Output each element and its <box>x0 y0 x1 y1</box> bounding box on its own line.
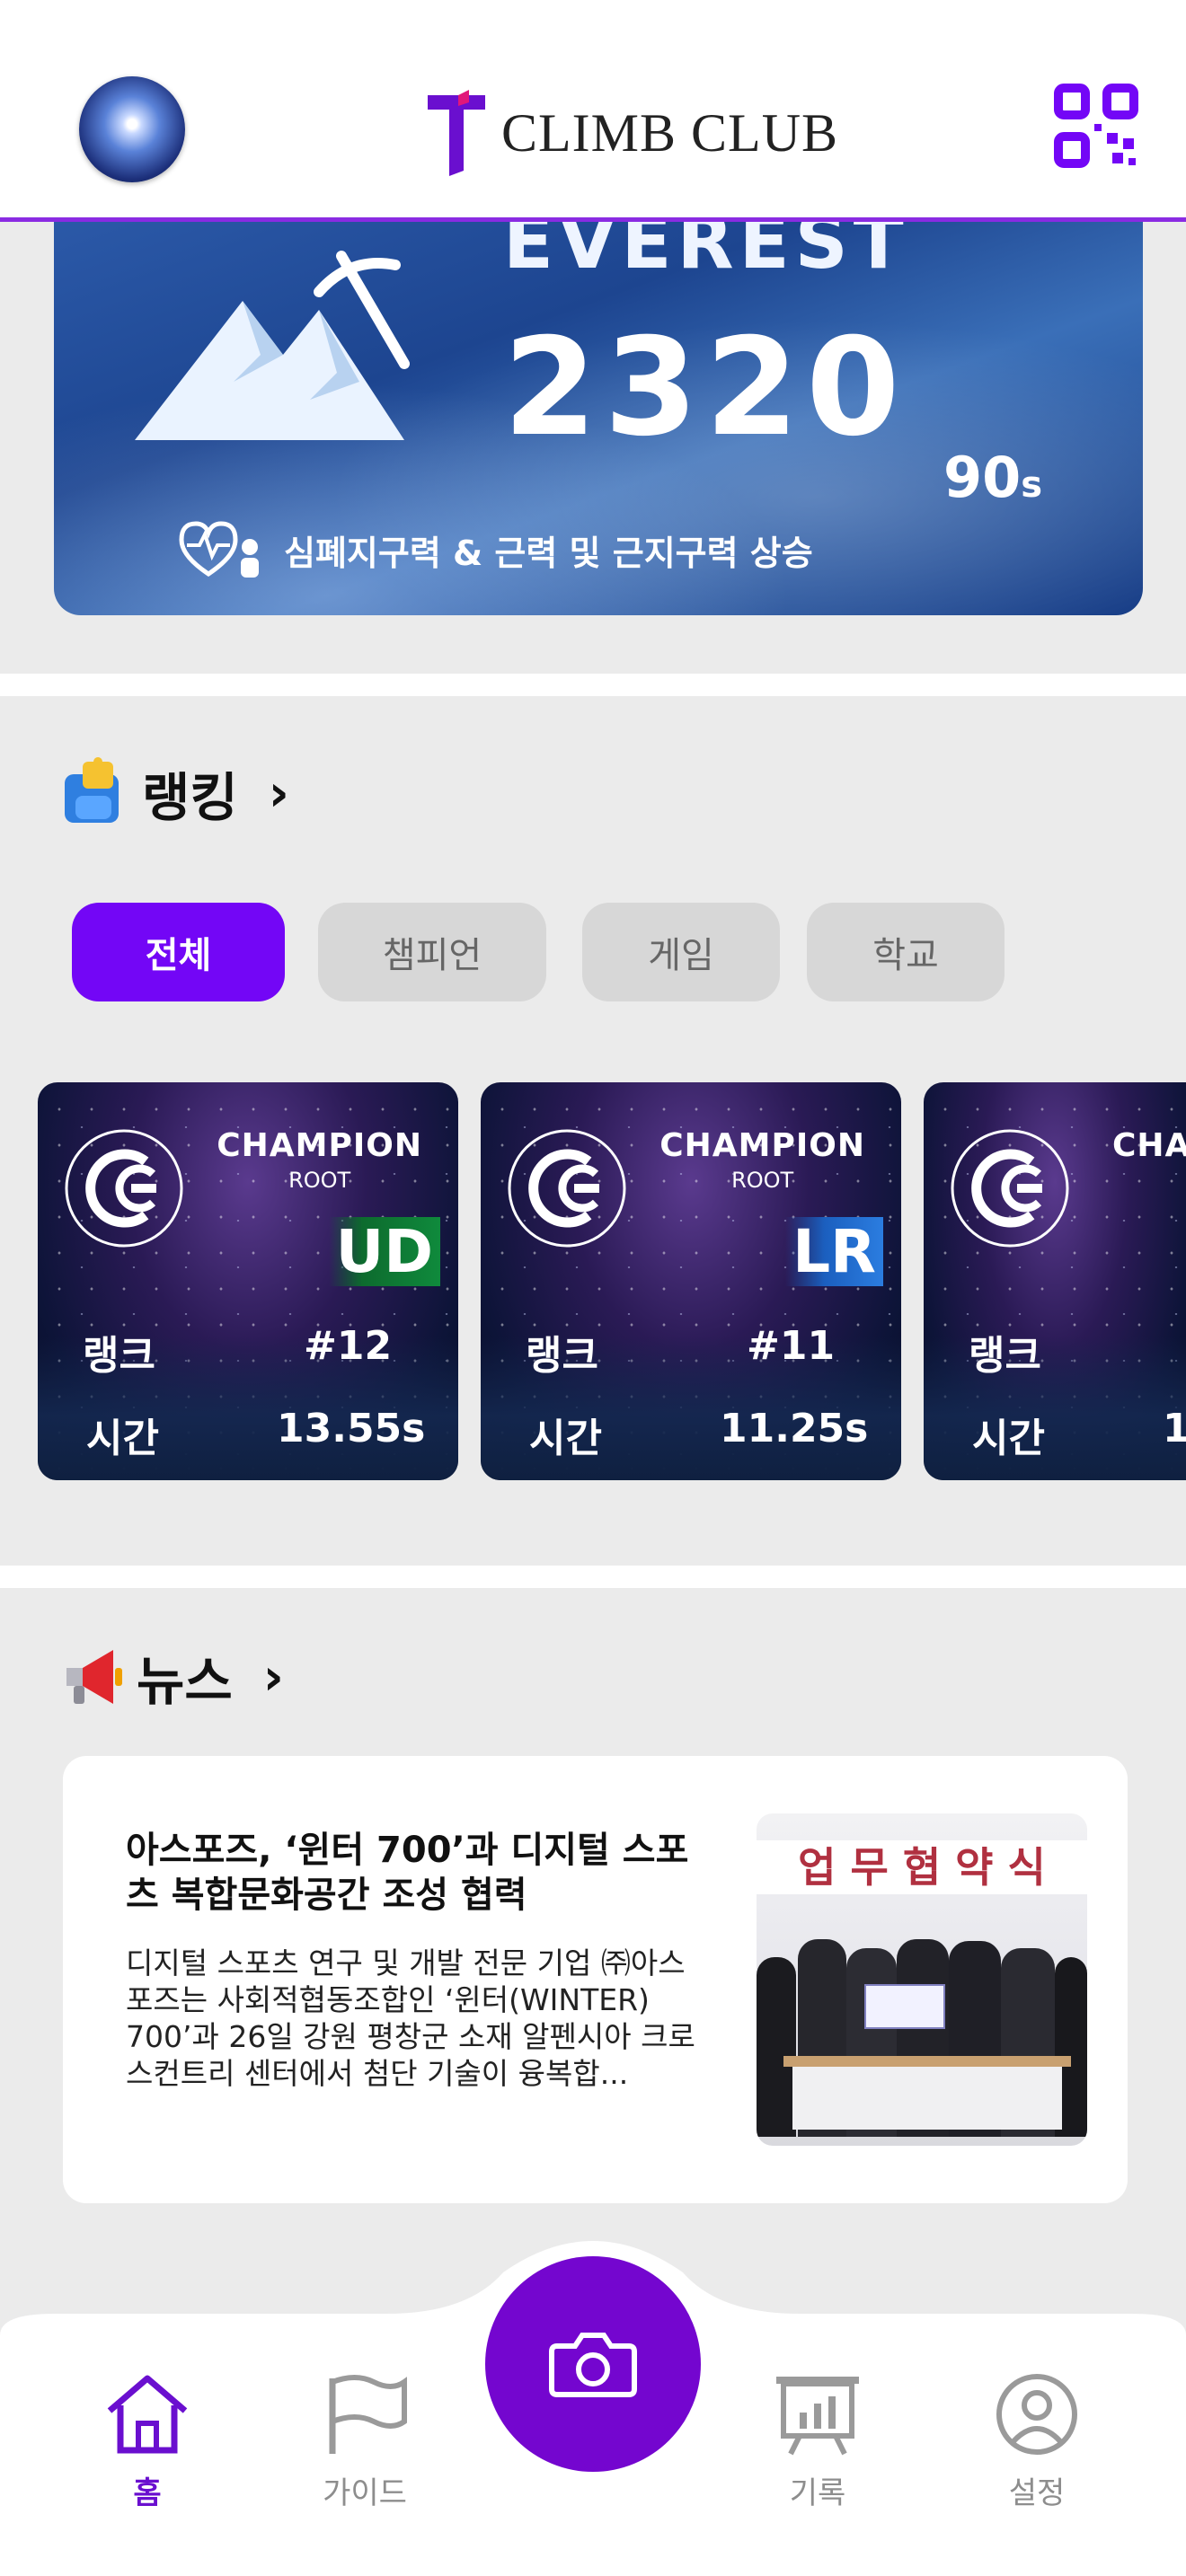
card-brand: CHAMPION ROOT <box>659 1127 865 1193</box>
chart-board-icon <box>776 2377 859 2456</box>
news-card[interactable]: 아스포즈, ‘윈터 700’과 디지털 스포츠 복합문화공간 조성 협력 디지털… <box>63 1756 1128 2203</box>
ranking-header[interactable]: 랭킹 › <box>58 754 289 832</box>
ranking-trophy-icon <box>65 757 119 823</box>
flag-icon <box>329 2375 407 2454</box>
card-brand-name: CHAMPION <box>659 1127 865 1164</box>
card-rank-label: 랭크 <box>526 1333 598 1379</box>
card-brand-name: CHAMPION <box>1112 1127 1186 1164</box>
mountain-icon <box>135 251 410 440</box>
qr-code-icon[interactable] <box>1053 83 1139 169</box>
news-body: 디지털 스포츠 연구 및 개발 전문 기업 ㈜아스포즈는 사회적협동조합인 ‘윈… <box>126 1945 695 2091</box>
card-rank-value: #11 <box>747 1323 836 1369</box>
champion-logo-icon <box>65 1129 183 1248</box>
card-rank-value: #12 <box>304 1323 393 1369</box>
nav-home[interactable]: 홈 <box>75 2371 219 2512</box>
news-image-banner: 업 무 협 약 식 <box>757 1840 1087 1894</box>
nav-home-label: 홈 <box>133 2475 162 2511</box>
challenge-banner[interactable]: EVEREST 2320 90s 심폐지구력 & 근력 및 근지구력 상승 <box>54 220 1143 615</box>
banner-title: EVEREST <box>503 220 909 286</box>
card-time-label: 시간 <box>86 1416 159 1461</box>
chevron-right-icon[interactable]: › <box>269 764 289 823</box>
app-header: CLIMB CLUB <box>0 0 1186 222</box>
news-thumbnail: 업 무 협 약 식 <box>757 1813 1087 2146</box>
logo-t-icon <box>428 90 485 176</box>
card-rank-label: 랭크 <box>969 1333 1041 1379</box>
rank-card[interactable]: CHAMPION 랭크 시간 1 <box>924 1082 1186 1480</box>
section-divider <box>0 674 1186 696</box>
banner-time-unit: s <box>1021 464 1043 506</box>
section-divider <box>0 1566 1186 1588</box>
card-brand-sub: ROOT <box>731 1168 794 1193</box>
filter-chip-game[interactable]: 게임 <box>582 903 780 1001</box>
banner-time-value: 90 <box>943 445 1022 510</box>
ranking-title: 랭킹 <box>142 767 238 828</box>
card-brand-sub: ROOT <box>288 1168 351 1193</box>
filter-chip-all[interactable]: 전체 <box>72 903 285 1001</box>
profile-avatar[interactable] <box>79 76 185 182</box>
camera-button[interactable] <box>485 2256 701 2472</box>
rank-card[interactable]: CHAMPION ROOT UD 랭크 #12 시간 13.55s <box>38 1082 458 1480</box>
card-landscape <box>924 1337 1186 1480</box>
banner-subtitle: 심폐지구력 & 근력 및 근지구력 상승 <box>284 534 813 573</box>
banner-height-value: 2320 <box>503 310 907 466</box>
nav-records[interactable]: 기록 <box>746 2371 890 2512</box>
card-time-value: 1 <box>1163 1406 1186 1451</box>
nav-guide-label: 가이드 <box>323 2475 407 2511</box>
card-time-label: 시간 <box>529 1416 602 1461</box>
news-image-people <box>757 1921 1087 2146</box>
logo-text: CLIMB CLUB <box>501 102 839 163</box>
camera-icon <box>549 2333 637 2397</box>
card-brand: CHAMPION <box>1112 1127 1186 1164</box>
news-header[interactable]: 뉴스 › <box>58 1639 284 1715</box>
champion-logo-icon <box>508 1129 626 1248</box>
heart-rate-icon <box>179 521 259 578</box>
user-circle-icon <box>996 2374 1077 2455</box>
app-logo: CLIMB CLUB <box>422 88 838 178</box>
card-time-value: 11.25s <box>720 1406 869 1451</box>
banner-time: 90s <box>943 445 1042 510</box>
filter-chip-school[interactable]: 학교 <box>807 903 1005 1001</box>
card-brand: CHAMPION ROOT <box>217 1127 422 1193</box>
chevron-right-icon[interactable]: › <box>263 1648 284 1707</box>
card-route-badge: UD <box>328 1217 440 1286</box>
champion-logo-icon <box>951 1129 1069 1248</box>
home-icon <box>107 2375 188 2454</box>
news-title: 뉴스 <box>137 1651 233 1712</box>
card-brand-name: CHAMPION <box>217 1127 422 1164</box>
nav-settings[interactable]: 설정 <box>965 2371 1109 2512</box>
news-headline: 아스포즈, ‘윈터 700’과 디지털 스포츠 복합문화공간 조성 협력 <box>126 1830 689 1916</box>
filter-chip-champion[interactable]: 챔피언 <box>318 903 546 1001</box>
card-rank-label: 랭크 <box>83 1333 155 1379</box>
card-time-value: 13.55s <box>277 1406 426 1451</box>
nav-settings-label: 설정 <box>1008 2475 1066 2511</box>
card-route-badge: LR <box>785 1217 883 1286</box>
nav-guide[interactable]: 가이드 <box>293 2371 437 2512</box>
megaphone-icon <box>66 1650 122 1704</box>
card-time-label: 시간 <box>972 1416 1045 1461</box>
rank-card[interactable]: CHAMPION ROOT LR 랭크 #11 시간 11.25s <box>481 1082 901 1480</box>
nav-records-label: 기록 <box>789 2475 846 2511</box>
